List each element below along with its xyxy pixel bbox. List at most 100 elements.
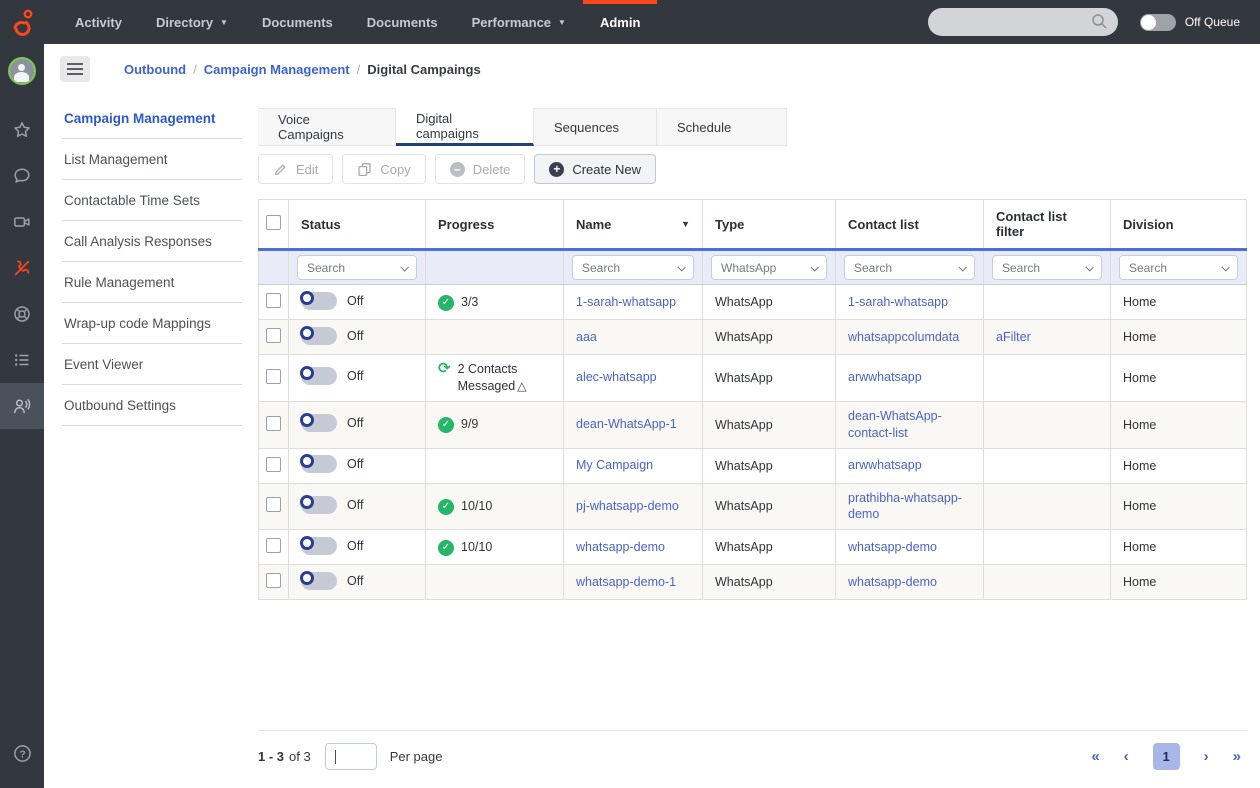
- current-page-button[interactable]: 1: [1153, 743, 1180, 770]
- row-checkbox[interactable]: [266, 538, 281, 553]
- status-toggle[interactable]: [301, 537, 337, 555]
- genesys-logo[interactable]: [0, 0, 44, 44]
- contact-list-link[interactable]: 1-sarah-whatsapp: [848, 295, 948, 309]
- primary-nav-item[interactable]: Activity: [58, 0, 139, 44]
- status-label: Off: [347, 574, 363, 588]
- row-checkbox[interactable]: [266, 497, 281, 512]
- phone-disabled-icon[interactable]: [0, 245, 44, 291]
- breadcrumb-link-campaign-management[interactable]: Campaign Management: [204, 62, 350, 77]
- last-page-button[interactable]: »: [1233, 748, 1241, 765]
- contact-list-link[interactable]: whatsapp-demo: [848, 575, 937, 589]
- sort-desc-icon[interactable]: ▼: [681, 219, 690, 229]
- contact-list-filter-filter-select[interactable]: Search: [992, 255, 1102, 280]
- per-page-input[interactable]: [325, 743, 377, 770]
- campaign-name-link[interactable]: alec-whatsapp: [576, 370, 657, 384]
- select-all-checkbox[interactable]: [266, 215, 281, 230]
- tab-item[interactable]: Voice Campaigns: [258, 108, 396, 146]
- primary-nav-item[interactable]: Documents: [350, 0, 455, 44]
- campaign-name-link[interactable]: whatsapp-demo-1: [576, 575, 676, 589]
- primary-nav-item[interactable]: Documents: [245, 0, 350, 44]
- primary-nav-item[interactable]: Performance ▼: [455, 0, 583, 44]
- global-search-input[interactable]: [928, 8, 1118, 36]
- column-header-contact-list-filter[interactable]: Contact list filter: [984, 200, 1111, 250]
- prev-page-button[interactable]: ‹: [1124, 748, 1129, 765]
- name-filter-select[interactable]: Search: [572, 255, 694, 280]
- status-filter-select[interactable]: Search: [297, 255, 417, 280]
- breadcrumb-link-outbound[interactable]: Outbound: [124, 62, 186, 77]
- type-filter-select[interactable]: WhatsApp: [711, 255, 827, 280]
- chat-icon[interactable]: [0, 153, 44, 199]
- side-nav-item[interactable]: Rule Management: [62, 262, 242, 303]
- campaign-name-link[interactable]: My Campaign: [576, 458, 653, 472]
- campaign-name-link[interactable]: 1-sarah-whatsapp: [576, 295, 676, 309]
- tab-item[interactable]: Digital campaigns: [396, 108, 534, 146]
- division-filter-select[interactable]: Search: [1119, 255, 1238, 280]
- status-toggle[interactable]: [301, 455, 337, 473]
- pager-controls: « ‹ 1 › »: [1091, 743, 1247, 770]
- side-nav-item[interactable]: Event Viewer: [62, 344, 242, 385]
- side-nav-item[interactable]: List Management: [62, 139, 242, 180]
- tab-item[interactable]: Sequences: [534, 108, 657, 146]
- table-row: Off ⟳ 2 Contacts Messaged△: [259, 355, 1247, 402]
- favorites-star-icon[interactable]: [0, 107, 44, 153]
- primary-nav-item[interactable]: Directory ▼: [139, 0, 245, 44]
- row-checkbox[interactable]: [266, 293, 281, 308]
- side-nav-item[interactable]: Campaign Management: [62, 98, 242, 139]
- campaign-name-link[interactable]: dean-WhatsApp-1: [576, 417, 677, 431]
- contact-list-link[interactable]: arwwhatsapp: [848, 458, 922, 472]
- list-icon[interactable]: [0, 337, 44, 383]
- first-page-button[interactable]: «: [1091, 748, 1099, 765]
- status-toggle[interactable]: [301, 367, 337, 385]
- people-speaking-icon[interactable]: [0, 383, 44, 429]
- contact-list-link[interactable]: dean-WhatsApp-contact-list: [848, 409, 942, 440]
- column-header-name[interactable]: Name ▼: [564, 200, 703, 250]
- contact-list-filter-select[interactable]: Search: [844, 255, 975, 280]
- edit-button[interactable]: Edit: [258, 154, 333, 184]
- campaign-name-link[interactable]: whatsapp-demo: [576, 540, 665, 554]
- help-icon[interactable]: ?: [0, 730, 44, 776]
- side-nav-item[interactable]: Call Analysis Responses: [62, 221, 242, 262]
- column-header-progress[interactable]: Progress: [426, 200, 564, 250]
- tab-item[interactable]: Schedule: [657, 108, 787, 146]
- row-checkbox[interactable]: [266, 328, 281, 343]
- off-queue-toggle[interactable]: [1140, 14, 1176, 31]
- user-avatar[interactable]: [8, 57, 36, 85]
- status-toggle[interactable]: [301, 496, 337, 514]
- status-toggle[interactable]: [301, 327, 337, 345]
- row-checkbox[interactable]: [266, 573, 281, 588]
- video-icon[interactable]: [0, 199, 44, 245]
- menu-hamburger-icon[interactable]: [60, 56, 90, 82]
- status-toggle[interactable]: [301, 572, 337, 590]
- status-toggle[interactable]: [301, 292, 337, 310]
- column-header-status[interactable]: Status: [289, 200, 426, 250]
- contact-list-link[interactable]: arwwhatsapp: [848, 370, 922, 384]
- create-new-button[interactable]: + Create New: [534, 154, 656, 184]
- status-label: Off: [347, 329, 363, 343]
- primary-nav-item[interactable]: Admin: [583, 0, 657, 44]
- status-label: Off: [347, 539, 363, 553]
- status-toggle[interactable]: [301, 414, 337, 432]
- delete-button[interactable]: – Delete: [435, 154, 526, 184]
- support-ring-icon[interactable]: [0, 291, 44, 337]
- row-checkbox[interactable]: [266, 457, 281, 472]
- row-checkbox[interactable]: [266, 416, 281, 431]
- column-header-division[interactable]: Division: [1111, 200, 1247, 250]
- status-label: Off: [347, 457, 363, 471]
- contact-list-link[interactable]: whatsappcolumdata: [848, 330, 959, 344]
- contact-list-filter-link[interactable]: aFilter: [996, 330, 1031, 344]
- app-window: Activity Directory ▼ Documents Documents: [0, 0, 1260, 788]
- contact-list-link[interactable]: prathibha-whatsapp-demo: [848, 491, 962, 522]
- warning-triangle-icon: △: [517, 379, 526, 393]
- row-range: 1 - 3: [258, 749, 284, 764]
- next-page-button[interactable]: ›: [1204, 748, 1209, 765]
- row-checkbox[interactable]: [266, 369, 281, 384]
- side-nav-item[interactable]: Outbound Settings: [62, 385, 242, 426]
- copy-button[interactable]: Copy: [342, 154, 425, 184]
- side-nav-item[interactable]: Contactable Time Sets: [62, 180, 242, 221]
- column-header-type[interactable]: Type: [703, 200, 836, 250]
- side-nav-item[interactable]: Wrap-up code Mappings: [62, 303, 242, 344]
- campaign-name-link[interactable]: pj-whatsapp-demo: [576, 499, 679, 513]
- contact-list-link[interactable]: whatsapp-demo: [848, 540, 937, 554]
- campaign-name-link[interactable]: aaa: [576, 330, 597, 344]
- column-header-contact-list[interactable]: Contact list: [836, 200, 984, 250]
